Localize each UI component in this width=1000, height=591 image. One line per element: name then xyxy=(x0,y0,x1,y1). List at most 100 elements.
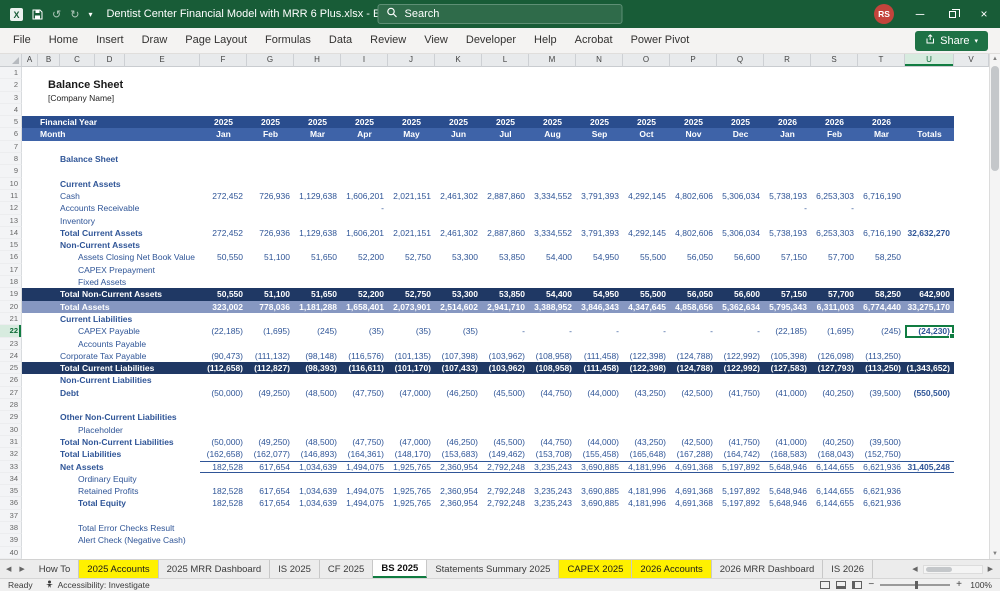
cell-r7-c5[interactable] xyxy=(388,141,435,153)
cell-r38-c12[interactable] xyxy=(717,522,764,534)
cell-r34-c7[interactable] xyxy=(482,473,529,485)
cell-r38-total[interactable] xyxy=(905,522,954,534)
cell-r26-c14[interactable] xyxy=(811,374,858,386)
cell-r29-c8[interactable] xyxy=(529,411,576,423)
cell-r18-V[interactable] xyxy=(954,276,989,288)
cell-r30-c14[interactable] xyxy=(811,424,858,436)
cell-r20-c4[interactable]: 1,658,401 xyxy=(341,301,388,313)
cell-r23-c8[interactable] xyxy=(529,338,576,350)
cell-r15-c11[interactable] xyxy=(670,239,717,251)
cell-r37-V[interactable] xyxy=(954,510,989,522)
cell-r15-c1[interactable] xyxy=(200,239,247,251)
row-24-label[interactable]: Corporate Tax Payable xyxy=(22,350,200,362)
row-35-label[interactable]: Retained Profits xyxy=(22,485,200,497)
cell-r38-c14[interactable] xyxy=(811,522,858,534)
cell-r22-c7[interactable]: - xyxy=(482,325,529,337)
cell-r40-c12[interactable] xyxy=(717,547,764,559)
cell-r15-c6[interactable] xyxy=(435,239,482,251)
cell-r13-c8[interactable] xyxy=(529,215,576,227)
ribbon-tab-view[interactable]: View xyxy=(415,28,457,53)
cell-r29-c6[interactable] xyxy=(435,411,482,423)
cell-r24-c11[interactable]: (124,788) xyxy=(670,350,717,362)
cell-r3-c8[interactable] xyxy=(529,92,576,104)
cell-r16-c1[interactable]: 50,550 xyxy=(200,251,247,263)
row-header-40[interactable]: 40 xyxy=(0,546,22,559)
cell-r13-c14[interactable] xyxy=(811,215,858,227)
cell-r37-c3[interactable] xyxy=(294,510,341,522)
column-header-M[interactable]: M xyxy=(529,54,576,67)
cell-r12-c11[interactable] xyxy=(670,202,717,214)
share-button[interactable]: Share ▾ xyxy=(915,30,988,51)
cell-r12-c9[interactable] xyxy=(576,202,623,214)
cell-r28-c13[interactable] xyxy=(764,399,811,411)
cell-r28-c10[interactable] xyxy=(623,399,670,411)
cell-r7-total[interactable] xyxy=(905,141,954,153)
cell-r27-c6[interactable]: (46,250) xyxy=(435,387,482,399)
row-header-9[interactable]: 9 xyxy=(0,165,22,178)
cell-r4-c14[interactable] xyxy=(811,104,858,116)
cell-r38-c8[interactable] xyxy=(529,522,576,534)
cell-r24-c13[interactable]: (105,398) xyxy=(764,350,811,362)
cell-r16-c2[interactable]: 51,100 xyxy=(247,251,294,263)
cell-r30-c7[interactable] xyxy=(482,424,529,436)
user-avatar[interactable]: RS xyxy=(874,4,894,24)
cell-r16-c10[interactable]: 55,500 xyxy=(623,251,670,263)
sheet-tab-2026-accounts[interactable]: 2026 Accounts xyxy=(632,560,712,578)
cell-r19-c9[interactable]: 54,950 xyxy=(576,288,623,300)
cell-r15-c4[interactable] xyxy=(341,239,388,251)
cell-r2-c10[interactable] xyxy=(623,79,670,91)
cell-r16-c7[interactable]: 53,850 xyxy=(482,251,529,263)
cell-r7-c3[interactable] xyxy=(294,141,341,153)
cell-r31-c15[interactable]: (39,500) xyxy=(858,436,905,448)
cell-r22-c5[interactable]: (35) xyxy=(388,325,435,337)
cell-r33-c7[interactable]: 2,792,248 xyxy=(482,460,529,473)
cell-r19-V[interactable] xyxy=(954,288,989,300)
cell-r40-c4[interactable] xyxy=(341,547,388,559)
cell-r12-c4[interactable]: - xyxy=(341,202,388,214)
cell-r4-V[interactable] xyxy=(954,104,989,116)
row-14-label[interactable]: Total Current Assets xyxy=(22,227,200,239)
cell-r3-c10[interactable] xyxy=(623,92,670,104)
cell-r35-total[interactable] xyxy=(905,485,954,497)
cell-r13-c13[interactable] xyxy=(764,215,811,227)
cell-r15-c15[interactable] xyxy=(858,239,905,251)
cell-r24-c2[interactable]: (111,132) xyxy=(247,350,294,362)
cell-r28-c4[interactable] xyxy=(341,399,388,411)
cell-r2-c5[interactable] xyxy=(388,79,435,91)
cell-r30-total[interactable] xyxy=(905,424,954,436)
row-16-label[interactable]: Assets Closing Net Book Value xyxy=(22,251,200,263)
cell-r15-c10[interactable] xyxy=(623,239,670,251)
cell-r13-c3[interactable] xyxy=(294,215,341,227)
cell-r11-c3[interactable]: 1,129,638 xyxy=(294,190,341,202)
ribbon-tab-draw[interactable]: Draw xyxy=(133,28,177,53)
cell-r8-c11[interactable] xyxy=(670,153,717,165)
row-header-28[interactable]: 28 xyxy=(0,399,22,412)
cell-r34-c4[interactable] xyxy=(341,473,388,485)
cell-r31-c4[interactable]: (47,750) xyxy=(341,436,388,448)
cell-r19-c8[interactable]: 54,400 xyxy=(529,288,576,300)
save-icon[interactable] xyxy=(32,9,43,20)
cell-r22-c12[interactable]: - xyxy=(717,325,764,337)
cell-r10-c10[interactable] xyxy=(623,178,670,190)
cell-r36-c1[interactable]: 182,528 xyxy=(200,497,247,509)
cell-r24-c15[interactable]: (113,250) xyxy=(858,350,905,362)
cell-r33-c14[interactable]: 6,144,655 xyxy=(811,460,858,473)
cell-r32-c10[interactable]: (165,648) xyxy=(623,448,670,460)
cell-r38-c5[interactable] xyxy=(388,522,435,534)
cell-r12-c12[interactable] xyxy=(717,202,764,214)
cell-r35-c8[interactable]: 3,235,243 xyxy=(529,485,576,497)
cell-r32-c14[interactable]: (168,043) xyxy=(811,448,858,460)
row-header-7[interactable]: 7 xyxy=(0,140,22,154)
cell-r19-total[interactable]: 642,900 xyxy=(905,288,954,300)
search-input[interactable]: Search xyxy=(377,4,623,24)
cell-r1-c9[interactable] xyxy=(576,67,623,79)
cell-r27-c1[interactable]: (50,000) xyxy=(200,387,247,399)
cell-r25-c6[interactable]: (107,433) xyxy=(435,362,482,374)
cell-r27-c9[interactable]: (44,000) xyxy=(576,387,623,399)
cell-r20-c6[interactable]: 2,514,602 xyxy=(435,301,482,313)
cell-r27-c7[interactable]: (45,500) xyxy=(482,387,529,399)
cell-r6-c9[interactable]: Sep xyxy=(576,128,623,140)
cell-r21-c7[interactable] xyxy=(482,313,529,325)
cell-r27-c11[interactable]: (42,500) xyxy=(670,387,717,399)
sheet-tab-is-2026[interactable]: IS 2026 xyxy=(823,560,874,578)
